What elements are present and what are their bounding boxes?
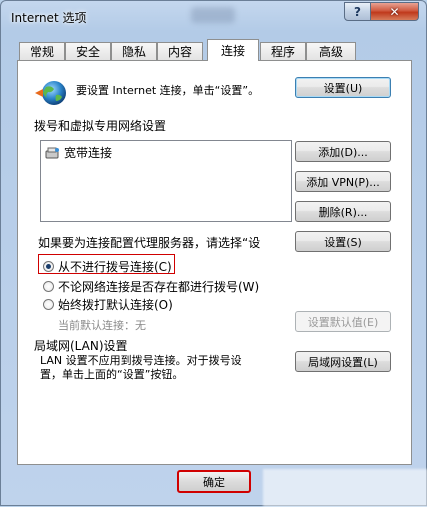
title-blur — [191, 7, 235, 23]
tab-general[interactable]: 常规 — [19, 42, 65, 60]
tab-connections[interactable]: 连接 — [207, 39, 259, 61]
option-label: 始终拨打默认连接(O) — [58, 298, 173, 312]
radio-icon — [43, 299, 54, 310]
option-label: 不论网络连接是否存在都进行拨号(W) — [58, 280, 260, 294]
connection-list[interactable]: 宽带连接 — [40, 140, 292, 222]
lan-settings-button[interactable]: 局域网设置(L) — [295, 351, 391, 372]
tab-privacy[interactable]: 隐私 — [111, 42, 157, 60]
current-default-connection: 当前默认连接：无 — [58, 317, 146, 333]
tab-programs[interactable]: 程序 — [260, 42, 306, 60]
option-never-dial[interactable]: 从不进行拨号连接(C) — [43, 258, 172, 275]
lan-text-line-2: 置，单击上面的“设置”按钮。 — [40, 368, 184, 381]
current-default-label: 当前默认连接： — [58, 319, 135, 332]
internet-options-dialog: Internet 选项 ? ✕ 常规 安全 隐私 内容 连接 程序 高级 要设置… — [0, 0, 427, 507]
watermark-area — [263, 469, 427, 507]
lan-text-line-1: LAN 设置不应用到拨号连接。对于拨号设 — [40, 354, 242, 367]
tab-advanced[interactable]: 高级 — [306, 42, 356, 60]
list-item[interactable]: 宽带连接 — [45, 144, 112, 161]
broadband-connection-icon — [45, 147, 59, 158]
internet-globe-icon — [35, 81, 66, 105]
delete-button[interactable]: 删除(R)... — [295, 201, 391, 222]
lan-description: LAN 设置不应用到拨号连接。对于拨号设 置，单击上面的“设置”按钮。 — [40, 354, 242, 382]
option-always-dial-default[interactable]: 始终拨打默认连接(O) — [43, 296, 173, 313]
set-default-button[interactable]: 设置默认值(E) — [295, 311, 391, 332]
connections-panel: 要设置 Internet 连接，单击“设置”。 设置(U) 拨号和虚拟专用网络设… — [17, 60, 412, 465]
window-title: Internet 选项 — [11, 11, 87, 25]
add-vpn-button[interactable]: 添加 VPN(P)... — [295, 171, 391, 192]
current-default-value: 无 — [135, 319, 146, 332]
close-button[interactable]: ✕ — [370, 2, 419, 21]
settings-button[interactable]: 设置(S) — [295, 231, 391, 252]
dialup-section-label: 拨号和虚拟专用网络设置 — [34, 119, 167, 133]
proxy-text: 如果要为连接配置代理服务器，请选择“设 — [38, 236, 261, 250]
tab-security[interactable]: 安全 — [65, 42, 111, 60]
option-label: 从不进行拨号连接(C) — [58, 260, 172, 274]
lan-section-label: 局域网(LAN)设置 — [34, 339, 128, 353]
radio-icon — [43, 281, 54, 292]
setup-text: 要设置 Internet 连接，单击“设置”。 — [76, 84, 260, 97]
radio-selected-icon — [43, 261, 54, 272]
add-button[interactable]: 添加(D)... — [295, 141, 391, 162]
close-icon: ✕ — [389, 4, 400, 19]
option-dial-whenever[interactable]: 不论网络连接是否存在都进行拨号(W) — [43, 278, 259, 295]
tab-content[interactable]: 内容 — [157, 42, 203, 60]
ok-button[interactable]: 确定 — [177, 470, 251, 493]
setup-button[interactable]: 设置(U) — [295, 77, 391, 98]
help-button[interactable]: ? — [344, 2, 371, 21]
connection-name: 宽带连接 — [64, 146, 113, 160]
